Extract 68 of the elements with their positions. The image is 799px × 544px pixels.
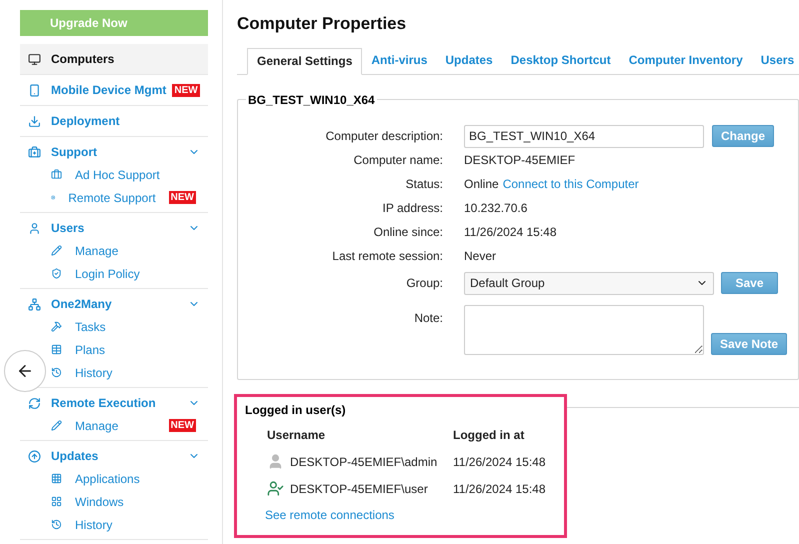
back-button[interactable] [4, 350, 46, 392]
tab[interactable]: Updates [436, 46, 502, 74]
field-label: Note: [413, 310, 443, 326]
field-value: DESKTOP-45EMIEF [464, 152, 576, 168]
sidebar-item[interactable]: Computers [20, 44, 208, 74]
column-header: Username [267, 426, 326, 444]
tab[interactable]: Desktop Shortcut [502, 46, 620, 74]
pencil-icon [51, 420, 62, 431]
remote-connections-link[interactable]: See remote connections [265, 506, 394, 524]
field-label: IP address: [382, 200, 443, 216]
user-icon [28, 222, 41, 234]
sidebar-item[interactable]: Mobile Device Mgmt NEW [20, 75, 208, 105]
sidebar-subitem[interactable]: History [51, 513, 208, 536]
monitor-icon [28, 52, 41, 66]
phone-icon [28, 84, 41, 96]
table-icon [51, 344, 62, 355]
sidebar-subitem[interactable]: Windows [51, 490, 208, 513]
upgrade-button[interactable]: Upgrade Now [20, 10, 208, 36]
description-field[interactable]: BG_TEST_WIN10_X64 [464, 124, 704, 148]
sidebar-item[interactable]: Deployment [20, 106, 208, 136]
note-field[interactable] [464, 304, 704, 354]
windows-icon [51, 496, 62, 507]
tab[interactable]: Computer Inventory [620, 46, 752, 74]
field-value: Never [464, 248, 496, 264]
upload-icon [28, 450, 41, 462]
column-header: Logged in at [453, 426, 526, 444]
time-cell-text: 11/26/2024 15:48 [453, 480, 547, 498]
hierarchy-icon [28, 298, 41, 310]
sidebar-subitem[interactable]: Login Policy [51, 262, 208, 285]
save-button[interactable]: Save [721, 272, 778, 294]
field-label: Status: [404, 176, 443, 192]
new-badge: NEW [172, 84, 200, 96]
new-badge: NEW [168, 191, 196, 204]
medical-kit-icon [28, 146, 41, 158]
hammer-icon [51, 321, 62, 332]
username-cell-text: DESKTOP-45EMIEF\admin [290, 454, 438, 470]
page-title: Computer Properties [237, 13, 408, 35]
tab[interactable]: General Settings [247, 48, 362, 74]
history-icon [51, 519, 62, 530]
download-icon [28, 114, 41, 128]
grid-icon [51, 473, 62, 484]
time-cell-text: 11/26/2024 15:48 [453, 454, 547, 470]
field-label: Computer name: [352, 152, 443, 168]
panel-legend: Logged in user(s) [245, 400, 564, 418]
field-value: 10.232.70.6 [464, 200, 528, 216]
tab[interactable]: Users [752, 46, 799, 74]
pencil-icon [51, 245, 62, 256]
sidebar-subitem[interactable]: History [51, 361, 208, 384]
connect-link[interactable]: Connect to this Computer [502, 172, 639, 196]
field-value: Online [464, 176, 499, 192]
group-select[interactable]: Default Group [464, 272, 714, 294]
briefcase-icon [51, 169, 62, 180]
field-label: Last remote session: [331, 248, 443, 264]
sidebar-subitem[interactable]: Plans [51, 338, 208, 361]
username-cell-text: DESKTOP-45EMIEF\user [290, 480, 428, 498]
save-note-button[interactable]: Save Note [711, 332, 788, 354]
tab[interactable]: Anti-virus [362, 46, 436, 74]
refresh-icon [28, 396, 41, 410]
history-icon [51, 367, 62, 378]
panel-legend: BG_TEST_WIN10_X64 [246, 90, 377, 108]
new-badge: NEW [168, 419, 196, 432]
change-button[interactable]: Change [712, 125, 774, 147]
field-label: Group: [405, 275, 443, 292]
sidebar-subitem[interactable]: Remote Support NEW [51, 186, 208, 209]
shield-icon [51, 268, 62, 279]
field-value: 11/26/2024 15:48 [464, 224, 557, 240]
field-label: Computer description: [324, 128, 443, 145]
field-label: Online since: [372, 224, 443, 240]
